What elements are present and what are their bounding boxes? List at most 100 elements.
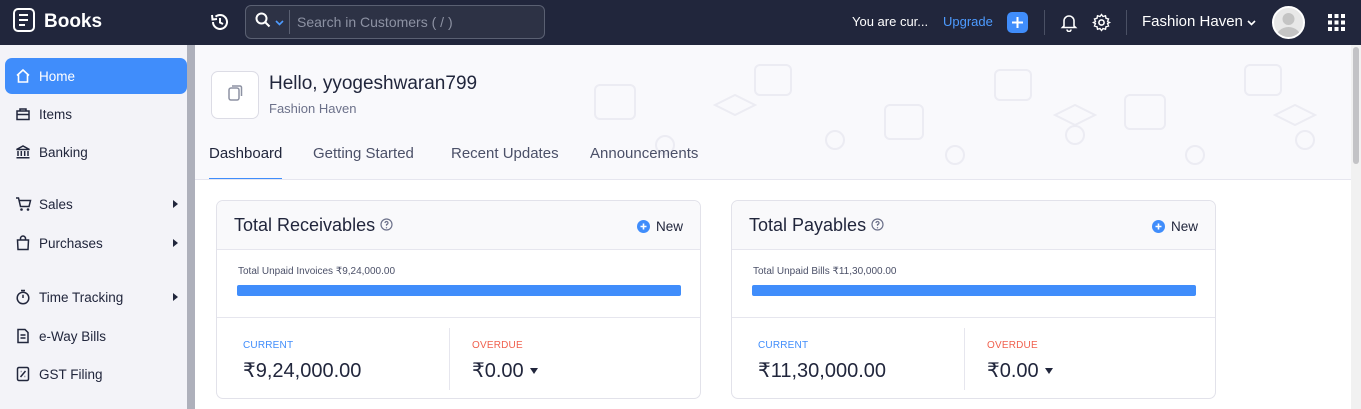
total-payables-card: Total Payables New Total Unpaid Bills ₹1… (731, 200, 1216, 399)
new-button-label: New (655, 219, 683, 234)
dashboard-header: Hello, yyogeshwaran799 Fashion Haven Das… (195, 45, 1351, 180)
timer-icon (13, 289, 33, 305)
user-silhouette-icon (1276, 13, 1301, 37)
sidebar-item-label: e-Way Bills (39, 328, 107, 344)
main-scrollbar-thumb[interactable] (1353, 47, 1359, 164)
chevron-down-icon (1247, 13, 1256, 30)
card-title-text: Total Receivables (234, 215, 376, 235)
greeting-heading: Hello, yyogeshwaran799 (269, 73, 478, 94)
settings-gear-icon[interactable] (1091, 13, 1112, 37)
payables-progress-fill (752, 285, 1196, 296)
recent-activity-icon[interactable] (209, 11, 231, 38)
tab-dashboard[interactable]: Dashboard (209, 145, 283, 179)
home-icon (13, 68, 33, 84)
search-scope-dropdown[interactable] (246, 10, 290, 34)
sidebar-item-label: Home (39, 68, 76, 84)
document-icon (226, 84, 244, 107)
bag-icon (13, 235, 33, 251)
topbar-divider (1044, 10, 1045, 35)
payables-progress-bar (752, 285, 1196, 296)
caret-down-icon (1044, 367, 1053, 374)
search-icon (255, 12, 271, 33)
total-unpaid-invoices-label: Total Unpaid Invoices ₹9,24,000.00 (238, 266, 396, 277)
main-content: Hello, yyogeshwaran799 Fashion Haven Das… (195, 45, 1351, 409)
trial-status-text: You are cur... (852, 14, 929, 29)
quick-create-button[interactable] (1007, 12, 1028, 33)
overdue-label: OVERDUE (987, 340, 1038, 351)
new-bill-button[interactable]: New (1151, 219, 1198, 234)
tab-getting-started[interactable]: Getting Started (313, 145, 414, 179)
bank-icon (13, 144, 33, 160)
sidebar-item-eway-bills[interactable]: e-Way Bills (5, 318, 187, 354)
overdue-label: OVERDUE (472, 340, 523, 351)
sidebar-item-label: Purchases (39, 235, 103, 251)
sidebar: Home Items Banking Sales Purchases Time … (0, 45, 195, 409)
sidebar-item-label: Time Tracking (39, 289, 124, 305)
tab-recent-updates[interactable]: Recent Updates (451, 145, 559, 179)
sidebar-item-gst-filing[interactable]: GST Filing (5, 356, 187, 392)
current-amount: ₹11,30,000.00 (758, 360, 887, 382)
tab-announcements[interactable]: Announcements (590, 145, 698, 179)
overdue-amount: ₹0.00 (472, 360, 524, 382)
overdue-dropdown[interactable]: ₹0.00 (987, 358, 1053, 383)
sidebar-item-home[interactable]: Home (5, 58, 187, 94)
expand-arrow-icon (173, 200, 178, 208)
top-bar: Books Search in Customers ( / ) You are … (0, 0, 1361, 45)
expand-arrow-icon (173, 239, 178, 247)
card-title: Total Receivables (234, 215, 393, 236)
help-icon[interactable] (380, 215, 393, 236)
overdue-dropdown[interactable]: ₹0.00 (472, 358, 538, 383)
books-logo-icon (12, 7, 36, 38)
sidebar-item-time-tracking[interactable]: Time Tracking (5, 279, 187, 315)
card-header: Total Receivables New (217, 201, 700, 250)
overdue-amount: ₹0.00 (987, 360, 1039, 382)
sidebar-item-label: Items (39, 106, 73, 122)
items-icon (13, 106, 33, 122)
notifications-bell-icon[interactable] (1060, 13, 1078, 37)
sidebar-item-banking[interactable]: Banking (5, 134, 187, 170)
column-divider (964, 328, 965, 390)
truck-icon (13, 328, 33, 344)
total-receivables-card: Total Receivables New Total Unpaid Invoi… (216, 200, 701, 399)
sidebar-item-sales[interactable]: Sales (5, 186, 187, 222)
sidebar-scrollbar[interactable] (187, 45, 195, 409)
brand[interactable]: Books (12, 7, 102, 38)
upgrade-link[interactable]: Upgrade (943, 14, 993, 29)
main-scrollbar[interactable] (1351, 45, 1361, 409)
cart-icon (13, 196, 33, 212)
plus-circle-icon (1151, 220, 1165, 233)
app-grid-icon[interactable] (1328, 14, 1345, 36)
topbar-divider (1126, 10, 1127, 35)
card-header: Total Payables New (732, 201, 1215, 250)
current-label: CURRENT (758, 340, 809, 351)
sidebar-item-label: Banking (39, 144, 88, 160)
expand-arrow-icon (173, 293, 178, 301)
new-button-label: New (1170, 219, 1198, 234)
receivables-progress-fill (237, 285, 681, 296)
column-divider (449, 328, 450, 390)
user-avatar[interactable] (1272, 6, 1305, 39)
organization-switcher[interactable]: Fashion Haven (1142, 13, 1256, 30)
plus-icon (1007, 17, 1028, 37)
organization-name: Fashion Haven (1142, 13, 1243, 30)
search-bar[interactable]: Search in Customers ( / ) (245, 5, 545, 39)
card-title-text: Total Payables (749, 215, 867, 235)
current-label: CURRENT (243, 340, 294, 351)
help-icon[interactable] (871, 215, 884, 236)
sidebar-item-items[interactable]: Items (5, 96, 187, 132)
current-amount: ₹9,24,000.00 (243, 360, 362, 382)
caret-down-icon (529, 367, 538, 374)
card-divider (732, 317, 1215, 318)
receivables-progress-bar (237, 285, 681, 296)
chevron-down-icon (275, 13, 284, 31)
organization-subtitle: Fashion Haven (269, 101, 357, 116)
sidebar-item-label: Sales (39, 196, 73, 212)
plus-circle-icon (636, 220, 650, 233)
organization-logo[interactable] (211, 71, 259, 119)
search-input[interactable]: Search in Customers ( / ) (297, 14, 453, 30)
sidebar-item-purchases[interactable]: Purchases (5, 225, 187, 261)
sidebar-item-label: GST Filing (39, 366, 103, 382)
card-divider (217, 317, 700, 318)
new-invoice-button[interactable]: New (636, 219, 683, 234)
card-title: Total Payables (749, 215, 884, 236)
